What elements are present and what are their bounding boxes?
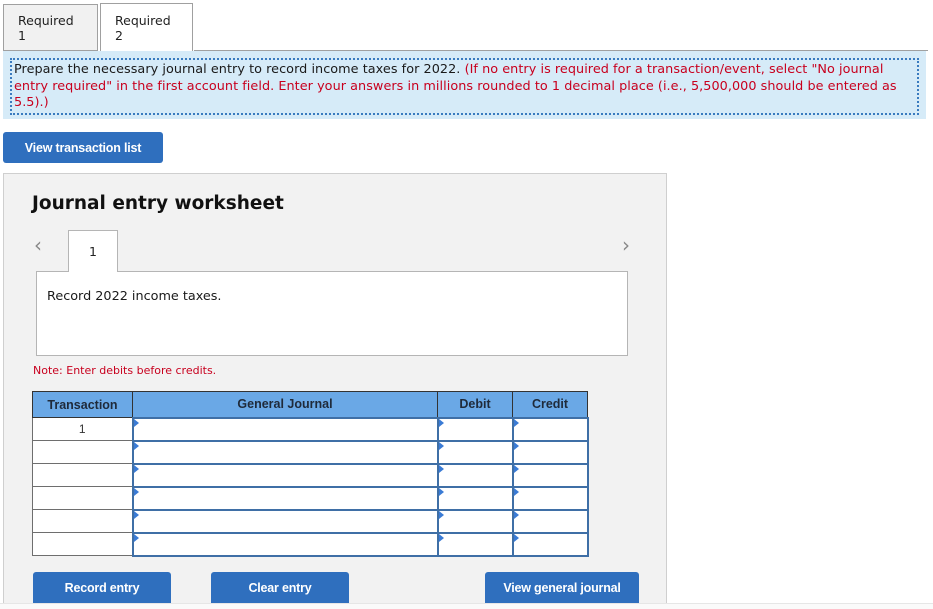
header-credit: Credit xyxy=(512,391,588,418)
account-cell xyxy=(131,462,439,488)
debit-input[interactable] xyxy=(438,464,512,486)
header-debit: Debit xyxy=(437,391,513,418)
chevron-right-icon[interactable]: › xyxy=(622,233,630,257)
page-bottom-edge xyxy=(0,603,933,609)
dropdown-indicator-icon xyxy=(513,418,519,427)
credit-cell xyxy=(511,531,589,557)
debit-cell xyxy=(436,416,514,442)
dropdown-indicator-icon xyxy=(513,510,519,519)
view-general-journal-button[interactable]: View general journal xyxy=(485,572,639,604)
dropdown-indicator-icon xyxy=(133,418,139,427)
dropdown-indicator-icon xyxy=(513,533,519,542)
account-input[interactable] xyxy=(133,418,437,440)
account-input[interactable] xyxy=(133,464,437,486)
account-cell xyxy=(131,508,439,534)
credit-input[interactable] xyxy=(513,487,587,509)
account-cell xyxy=(131,531,439,557)
chevron-left-icon[interactable]: ‹ xyxy=(34,233,42,257)
table-header-row: Transaction General Journal Debit Credit xyxy=(32,391,588,418)
dropdown-indicator-icon xyxy=(133,533,139,542)
debit-input[interactable] xyxy=(438,441,512,463)
tab-required-2[interactable]: Required 2 xyxy=(100,3,193,51)
table-row xyxy=(32,531,589,557)
dropdown-indicator-icon xyxy=(133,510,139,519)
credit-cell xyxy=(511,462,589,488)
account-input[interactable] xyxy=(133,487,437,509)
entry-description-text: Record 2022 income taxes. xyxy=(47,289,222,304)
dropdown-indicator-icon xyxy=(513,441,519,450)
instructions-main: Prepare the necessary journal entry to r… xyxy=(14,62,461,77)
view-transaction-list-button[interactable]: View transaction list xyxy=(3,132,163,163)
credit-input[interactable] xyxy=(513,533,587,555)
dropdown-indicator-icon xyxy=(133,464,139,473)
transaction-cell xyxy=(32,532,133,556)
requirement-tabs: Required 1 Required 2 xyxy=(3,3,193,51)
credit-cell xyxy=(511,439,589,465)
credit-cell xyxy=(511,508,589,534)
dropdown-indicator-icon xyxy=(438,441,444,450)
debit-input[interactable] xyxy=(438,533,512,555)
dropdown-indicator-icon xyxy=(513,464,519,473)
record-entry-button[interactable]: Record entry xyxy=(33,572,171,604)
journal-entry-worksheet: Journal entry worksheet ‹ 1 › Record 202… xyxy=(3,173,667,604)
account-cell xyxy=(131,416,439,442)
transaction-cell xyxy=(32,509,133,533)
dropdown-indicator-icon xyxy=(513,487,519,496)
table-row xyxy=(32,462,589,488)
dropdown-indicator-icon xyxy=(438,533,444,542)
entry-tab-1[interactable]: 1 xyxy=(68,230,118,272)
credit-cell xyxy=(511,416,589,442)
account-input[interactable] xyxy=(133,533,437,555)
clear-entry-button[interactable]: Clear entry xyxy=(211,572,349,604)
debit-cell xyxy=(436,439,514,465)
dropdown-indicator-icon xyxy=(133,487,139,496)
tab-required-1[interactable]: Required 1 xyxy=(3,4,98,51)
account-input[interactable] xyxy=(133,510,437,532)
debit-cell xyxy=(436,531,514,557)
credit-input[interactable] xyxy=(513,418,587,440)
credit-input[interactable] xyxy=(513,441,587,463)
header-general-journal: General Journal xyxy=(132,391,438,418)
transaction-cell xyxy=(32,463,133,487)
entry-description: Record 2022 income taxes. xyxy=(36,271,628,356)
journal-table: Transaction General Journal Debit Credit… xyxy=(32,391,589,557)
debits-credits-note: Note: Enter debits before credits. xyxy=(33,364,217,377)
header-transaction: Transaction xyxy=(32,391,133,418)
debit-input[interactable] xyxy=(438,510,512,532)
dropdown-indicator-icon xyxy=(438,510,444,519)
debit-input[interactable] xyxy=(438,487,512,509)
table-row: 1 xyxy=(32,416,589,442)
debit-input[interactable] xyxy=(438,418,512,440)
instructions-panel: Prepare the necessary journal entry to r… xyxy=(3,51,926,119)
dropdown-indicator-icon xyxy=(438,464,444,473)
table-row xyxy=(32,439,589,465)
account-cell xyxy=(131,439,439,465)
credit-input[interactable] xyxy=(513,510,587,532)
transaction-cell: 1 xyxy=(32,417,133,441)
instructions-box: Prepare the necessary journal entry to r… xyxy=(10,58,919,115)
credit-cell xyxy=(511,485,589,511)
transaction-cell xyxy=(32,486,133,510)
account-cell xyxy=(131,485,439,511)
table-row xyxy=(32,508,589,534)
dropdown-indicator-icon xyxy=(133,441,139,450)
worksheet-title: Journal entry worksheet xyxy=(32,193,284,214)
debit-cell xyxy=(436,508,514,534)
journal-table-body: 1 xyxy=(32,416,589,557)
debit-cell xyxy=(436,462,514,488)
transaction-cell xyxy=(32,440,133,464)
credit-input[interactable] xyxy=(513,464,587,486)
dropdown-indicator-icon xyxy=(438,487,444,496)
dropdown-indicator-icon xyxy=(438,418,444,427)
debit-cell xyxy=(436,485,514,511)
account-input[interactable] xyxy=(133,441,437,463)
table-row xyxy=(32,485,589,511)
